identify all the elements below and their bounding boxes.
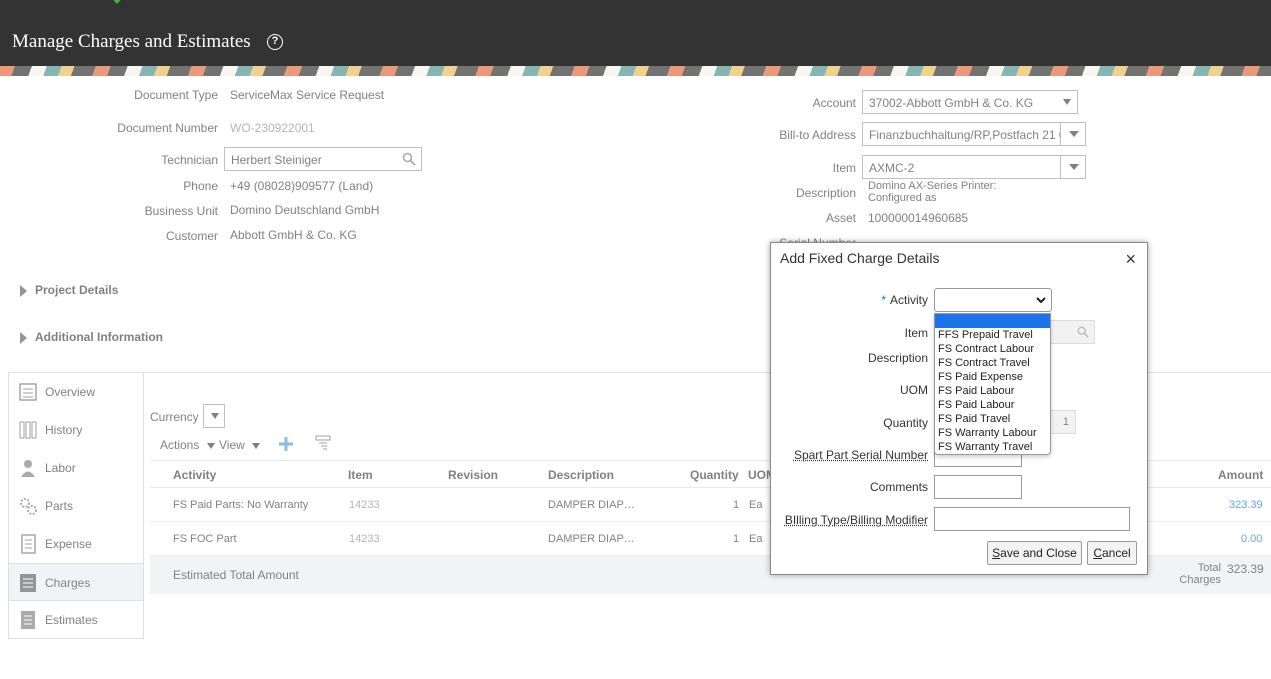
- help-icon[interactable]: ?: [267, 34, 283, 50]
- page-header: Manage Charges and Estimates ?: [0, 0, 1271, 66]
- activity-label: * Activity: [811, 293, 928, 307]
- logo-icon: [113, 0, 121, 4]
- search-icon[interactable]: [1077, 326, 1089, 338]
- activity-option[interactable]: FS Warranty Travel: [935, 440, 1050, 454]
- close-icon[interactable]: ×: [1125, 249, 1136, 270]
- quantity-value: 1: [1062, 416, 1069, 428]
- activity-option[interactable]: FS Paid Labour: [935, 398, 1050, 412]
- activity-label-text: Activity: [889, 293, 928, 307]
- required-marker: *: [881, 293, 886, 307]
- activity-option[interactable]: FS Contract Labour: [935, 342, 1050, 356]
- quantity-label: Quantity: [883, 416, 928, 430]
- cancel-button[interactable]: Cancel: [1087, 541, 1137, 565]
- chevron-down-icon: [1036, 297, 1046, 304]
- activity-option[interactable]: FS Paid Travel: [935, 412, 1050, 426]
- activity-option[interactable]: FFS Prepaid Travel: [935, 328, 1050, 342]
- comments-label: Comments: [869, 480, 928, 494]
- item-label: Item: [904, 326, 928, 340]
- activity-option[interactable]: FS Contract Travel: [935, 356, 1050, 370]
- dialog-title: Add Fixed Charge Details: [780, 250, 940, 266]
- save-and-close-button[interactable]: Save and Close: [987, 541, 1082, 565]
- activity-option[interactable]: FS Warranty Labour: [935, 426, 1050, 440]
- comments-field[interactable]: [934, 475, 1022, 499]
- activity-option[interactable]: FS Paid Labour: [935, 384, 1050, 398]
- activity-options-list: FFS Prepaid Travel FS Contract Labour FS…: [934, 313, 1051, 455]
- activity-select[interactable]: [934, 288, 1052, 312]
- billing-type-field[interactable]: [934, 507, 1130, 531]
- activity-option[interactable]: [935, 314, 1050, 328]
- description-label: Description: [867, 351, 928, 365]
- serial-number-label: Spart Part Serial Number: [793, 448, 928, 462]
- billing-type-label: BIlling Type/Billing Modifier: [784, 513, 928, 527]
- uom-label: UOM: [900, 383, 928, 397]
- page-title: Manage Charges and Estimates: [12, 31, 251, 52]
- activity-option[interactable]: FS Paid Expense: [935, 370, 1050, 384]
